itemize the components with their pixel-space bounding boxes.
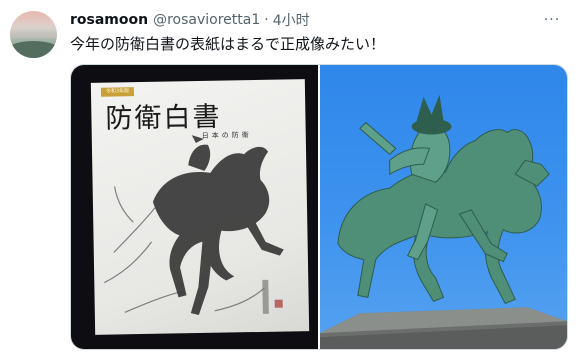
tweet-header: rosamoon @rosavioretta1 · 4小时 <box>70 10 310 30</box>
photo-defense-white-paper[interactable]: 令和3年版 防衛白書 日本の防衛 <box>71 65 318 349</box>
statue-illustration <box>320 94 567 349</box>
user-handle[interactable]: @rosavioretta1 <box>153 12 260 28</box>
avatar-horizon <box>10 35 57 38</box>
avatar[interactable] <box>10 11 57 58</box>
book-cover: 令和3年版 防衛白書 日本の防衛 <box>90 79 310 335</box>
tweet-media[interactable]: 令和3年版 防衛白書 日本の防衛 <box>70 64 568 350</box>
tweet[interactable]: rosamoon @rosavioretta1 · 4小时 ··· 今年の防衛白… <box>0 0 580 361</box>
ink-horse-illustration <box>104 135 284 316</box>
avatar-hill <box>10 41 57 58</box>
tweet-text: 今年の防衛白書の表紙はまるで正成像みたい！ <box>70 35 386 53</box>
separator-dot: · <box>264 12 269 28</box>
more-icon[interactable]: ··· <box>541 9 563 31</box>
photo-samurai-statue[interactable] <box>320 65 567 349</box>
display-name[interactable]: rosamoon <box>70 12 148 28</box>
timestamp[interactable]: 4小时 <box>273 10 310 30</box>
